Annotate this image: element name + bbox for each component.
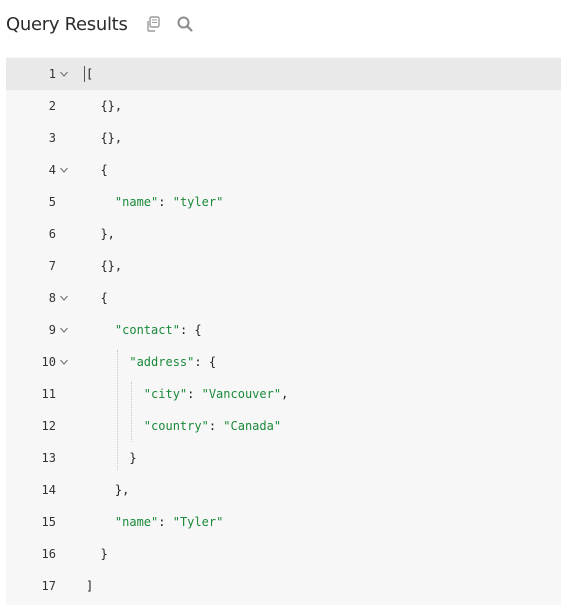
line-number: 10 xyxy=(41,355,56,369)
code-text: "name": "Tyler" xyxy=(114,515,224,529)
code-line[interactable]: 4 { xyxy=(6,154,561,186)
code-line[interactable]: 14 }, xyxy=(6,474,561,506)
code-line[interactable]: 2 {}, xyxy=(6,90,561,122)
code-text: {}, xyxy=(86,259,123,273)
code-line[interactable]: 5 "name": "tyler" xyxy=(6,186,561,218)
code-line[interactable]: 16 } xyxy=(6,538,561,570)
fold-toggle-icon[interactable] xyxy=(58,324,70,336)
code-text: { xyxy=(86,163,108,177)
code-text: "name": "tyler" xyxy=(114,195,224,209)
results-header: Query Results xyxy=(6,8,196,40)
code-line[interactable]: 10 "address": { xyxy=(6,346,561,378)
code-text: } xyxy=(86,547,108,561)
code-text: "country": "Canada" xyxy=(143,419,282,433)
copy-icon xyxy=(146,16,160,32)
indent-guide xyxy=(116,350,118,470)
code-text: }, xyxy=(86,483,130,497)
code-text: {}, xyxy=(86,99,123,113)
json-editor[interactable]: 1[2 {}, 3 {}, 4 {5 "name": "tyler" 6 }, 7 {}… xyxy=(6,57,561,605)
line-number: 6 xyxy=(48,227,56,241)
line-number: 3 xyxy=(48,131,56,145)
fold-toggle-icon[interactable] xyxy=(58,68,70,80)
code-line[interactable]: 13 } xyxy=(6,442,561,474)
line-number: 2 xyxy=(48,99,56,113)
line-number: 15 xyxy=(41,515,56,529)
page-title: Query Results xyxy=(6,13,128,35)
code-line[interactable]: 6 }, xyxy=(6,218,561,250)
code-text: ] xyxy=(86,579,94,593)
search-icon xyxy=(177,16,193,32)
code-text: } xyxy=(86,451,137,465)
code-line[interactable]: 15 "name": "Tyler" xyxy=(6,506,561,538)
code-line[interactable]: 7 {}, xyxy=(6,250,561,282)
line-number: 17 xyxy=(41,579,56,593)
code-line[interactable]: 12 "country": "Canada" xyxy=(6,410,561,442)
code-line[interactable]: 9 "contact": { xyxy=(6,314,561,346)
code-line[interactable]: 17] xyxy=(6,570,561,602)
fold-toggle-icon[interactable] xyxy=(58,164,70,176)
line-number: 8 xyxy=(48,291,56,305)
copy-button[interactable] xyxy=(142,13,164,35)
fold-toggle-icon[interactable] xyxy=(58,292,70,304)
code-line[interactable]: 11 "city": "Vancouver", xyxy=(6,378,561,410)
code-text: [ xyxy=(86,67,94,81)
line-number: 11 xyxy=(41,387,56,401)
line-number: 1 xyxy=(48,67,56,81)
search-button[interactable] xyxy=(174,13,196,35)
code-text: }, xyxy=(86,227,115,241)
code-text: "address": { xyxy=(129,355,217,369)
code-text: {}, xyxy=(86,131,123,145)
line-number: 4 xyxy=(48,163,56,177)
line-number: 13 xyxy=(41,451,56,465)
code-text: "contact": { xyxy=(114,323,202,337)
code-text: { xyxy=(86,291,108,305)
line-number: 12 xyxy=(41,419,56,433)
line-number: 16 xyxy=(41,547,56,561)
line-number: 7 xyxy=(48,259,56,273)
indent-guide xyxy=(131,382,133,442)
fold-toggle-icon[interactable] xyxy=(58,356,70,368)
code-line[interactable]: 3 {}, xyxy=(6,122,561,154)
line-number: 9 xyxy=(48,323,56,337)
line-number: 14 xyxy=(41,483,56,497)
code-line[interactable]: 8 { xyxy=(6,282,561,314)
line-number: 5 xyxy=(48,195,56,209)
code-line[interactable]: 1[ xyxy=(6,58,561,90)
text-cursor xyxy=(84,66,85,82)
